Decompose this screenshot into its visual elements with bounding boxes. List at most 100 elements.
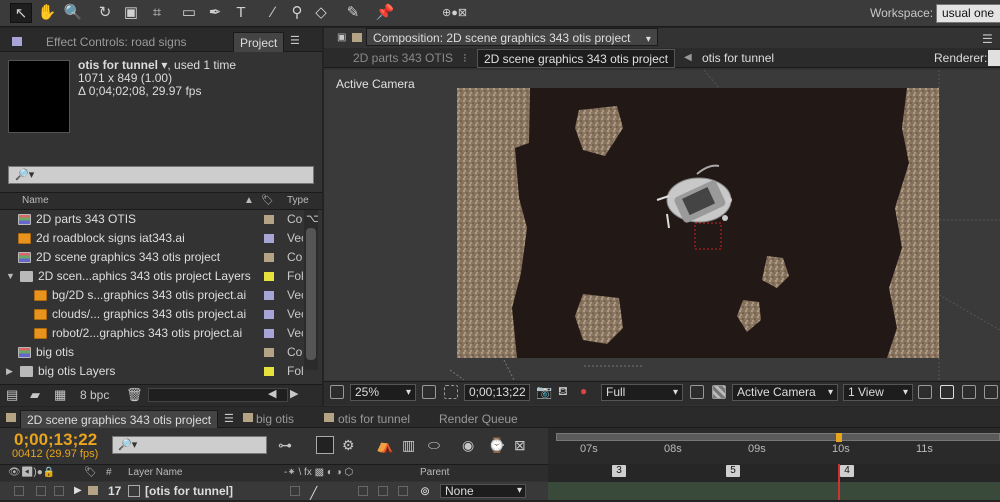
tab-timeline-2d-scene[interactable]: 2D scene graphics 343 otis project <box>20 410 219 428</box>
scroll-left-icon[interactable]: ◀ <box>268 387 276 400</box>
parent-select[interactable]: None ▾ <box>440 484 526 498</box>
expand-arrow-icon[interactable]: ▶ <box>74 482 82 500</box>
expand-arrow-icon[interactable]: ▶ <box>6 362 13 381</box>
rectangle-tool-icon[interactable]: ▭ <box>178 3 200 23</box>
solo-toggle-icon[interactable] <box>36 486 46 496</box>
project-item-row[interactable]: 2d roadblock signs iat343.ai Vector <box>0 229 322 248</box>
renderer-select[interactable] <box>988 50 1000 66</box>
flowchart-view-icon[interactable] <box>984 385 998 399</box>
pen-tool-icon[interactable]: ✒ <box>204 3 226 23</box>
flow-item-2d-parts[interactable]: 2D parts 343 OTIS <box>353 48 453 68</box>
project-item-row[interactable]: 2D parts 343 OTIS Comp <box>0 210 322 229</box>
hand-tool-icon[interactable]: ✋ <box>36 3 58 23</box>
layer-name[interactable]: [otis for tunnel] <box>145 482 233 500</box>
bit-depth-label[interactable]: 8 bpc <box>80 388 109 402</box>
composition-panel-menu-icon[interactable]: ☰ <box>982 32 993 46</box>
fast-previews-icon[interactable] <box>690 385 704 399</box>
pick-whip-icon[interactable]: ⊚ <box>420 482 430 500</box>
label-column-icon[interactable]: 🏷 <box>84 465 97 481</box>
flow-item-active-comp[interactable]: 2D scene graphics 343 otis project <box>477 49 676 68</box>
column-name[interactable]: Name <box>22 193 49 209</box>
project-item-label-color[interactable] <box>264 367 274 376</box>
lock-toggle-icon[interactable] <box>54 486 64 496</box>
pan-behind-tool-icon[interactable]: ⌗ <box>146 3 168 23</box>
transparency-grid-icon[interactable] <box>712 385 726 399</box>
quality-switch-icon[interactable]: ╱ <box>310 484 317 502</box>
collapse-arrow-icon[interactable]: ▼ <box>6 267 15 286</box>
label-column-icon[interactable]: 🏷 <box>261 193 274 209</box>
new-composition-icon[interactable]: ▦ <box>54 387 66 403</box>
magnification-select[interactable]: 25% ▾ <box>350 384 416 401</box>
project-item-label-color[interactable] <box>264 310 274 319</box>
switches-icon[interactable]: -⁕ \ fx ▩ ◐ ◑ ⬡ <box>284 465 353 481</box>
project-item-row[interactable]: clouds/... graphics 343 otis project.ai V… <box>0 305 322 324</box>
current-time-indicator[interactable] <box>836 433 842 442</box>
project-item-row[interactable]: ▶ big otis Layers Folder <box>0 362 322 381</box>
tab-timeline-otis-for-tunnel[interactable]: otis for tunnel <box>332 410 416 428</box>
selection-tool-icon[interactable]: ↖ <box>10 3 32 23</box>
project-item-row[interactable]: big otis Comp <box>0 343 322 362</box>
layer-marker-5[interactable]: 5 <box>726 465 740 477</box>
layer-duration-bar[interactable] <box>548 482 1000 500</box>
trash-icon[interactable]: 🗑 <box>126 387 143 403</box>
motion-blur-icon[interactable]: ⬭ <box>428 437 440 454</box>
tab-composition[interactable]: Composition: 2D scene graphics 343 otis … <box>366 28 658 46</box>
show-snapshot-icon[interactable]: ⛾ <box>558 384 568 400</box>
project-item-label-color[interactable] <box>264 291 274 300</box>
project-item-row[interactable]: ▼ 2D scen...aphics 343 otis project Layer… <box>0 267 322 286</box>
live-update-icon[interactable] <box>316 436 334 454</box>
comp-mini-flowchart-icon[interactable]: ⊶ <box>278 437 292 454</box>
interpret-footage-icon[interactable]: ▤ <box>6 387 18 403</box>
motion-blur-switch-icon[interactable] <box>378 486 388 496</box>
workspace-select[interactable]: usual one <box>936 4 1000 23</box>
3d-layer-switch-icon[interactable] <box>398 486 408 496</box>
draft-3d-icon[interactable]: ⚙ <box>342 437 355 454</box>
project-item-row[interactable]: bg/2D s...graphics 343 otis project.ai Ve… <box>0 286 322 305</box>
text-tool-icon[interactable]: T <box>230 3 252 23</box>
column-layer-name[interactable]: Layer Name <box>128 465 182 481</box>
tab-project[interactable]: Project <box>233 32 285 52</box>
channel-icon[interactable]: ● <box>580 384 587 398</box>
composition-canvas[interactable] <box>457 88 939 358</box>
3d-view-select[interactable]: Active Camera ▾ <box>732 384 838 401</box>
project-item-label-color[interactable] <box>264 348 274 357</box>
dropdown-arrow-icon[interactable]: ▾ <box>158 58 167 72</box>
tab-render-queue[interactable]: Render Queue <box>433 410 524 428</box>
roto-brush-tool-icon[interactable]: ✎ <box>342 3 364 23</box>
region-of-interest-icon[interactable] <box>444 385 458 399</box>
zoom-tool-icon[interactable]: 🔍 <box>62 3 84 23</box>
brainstorm-icon[interactable]: ◉ <box>462 437 474 454</box>
current-time-display[interactable]: 0;00;13;22 <box>464 384 530 401</box>
scroll-right-icon[interactable]: ▶ <box>290 387 298 400</box>
project-scrollbar-thumb[interactable] <box>306 228 316 360</box>
video-toggle-icon[interactable] <box>14 486 24 496</box>
project-item-label-color[interactable] <box>264 215 274 224</box>
project-item-label-color[interactable] <box>264 253 274 262</box>
resolution-select[interactable]: Full ▾ <box>601 384 683 401</box>
tab-timeline-big-otis[interactable]: big otis <box>250 410 300 428</box>
shy-icon[interactable]: ⛺ <box>376 437 393 454</box>
snapping-icon[interactable]: ⊕●⊠ <box>442 3 467 23</box>
project-item-row[interactable]: robot/2...graphics 343 otis project.ai Ve… <box>0 324 322 343</box>
grid-guides-icon[interactable] <box>422 385 436 399</box>
frame-blend-switch-icon[interactable] <box>358 486 368 496</box>
project-horizontal-scroll[interactable] <box>148 388 288 402</box>
project-search-input[interactable]: 🔎▾ <box>8 166 314 184</box>
timeline-current-time[interactable]: 0;00;13;22 <box>14 430 97 450</box>
puppet-pin-tool-icon[interactable]: 📌 <box>374 3 396 23</box>
panel-menu-icon[interactable]: ☰ <box>290 34 300 47</box>
view-layout-select[interactable]: 1 View ▾ <box>843 384 913 401</box>
timeline-icon[interactable] <box>962 385 976 399</box>
camera-tool-icon[interactable]: ▣ <box>120 3 142 23</box>
column-parent[interactable]: Parent <box>420 465 449 481</box>
tab-effect-controls[interactable]: Effect Controls: road signs <box>40 32 193 52</box>
timeline-search-input[interactable]: 🔎▾ <box>112 436 267 454</box>
layer-marker-3[interactable]: 3 <box>612 465 626 477</box>
eraser-tool-icon[interactable]: ◇ <box>310 3 332 23</box>
fast-draft-icon[interactable] <box>940 385 954 399</box>
column-type[interactable]: Type <box>287 193 309 209</box>
flow-item-otis-for-tunnel[interactable]: otis for tunnel <box>702 48 774 68</box>
auto-keyframe-icon[interactable]: ⌚ <box>488 437 505 454</box>
brush-tool-icon[interactable]: ∕ <box>262 3 284 23</box>
project-item-label-color[interactable] <box>264 329 274 338</box>
